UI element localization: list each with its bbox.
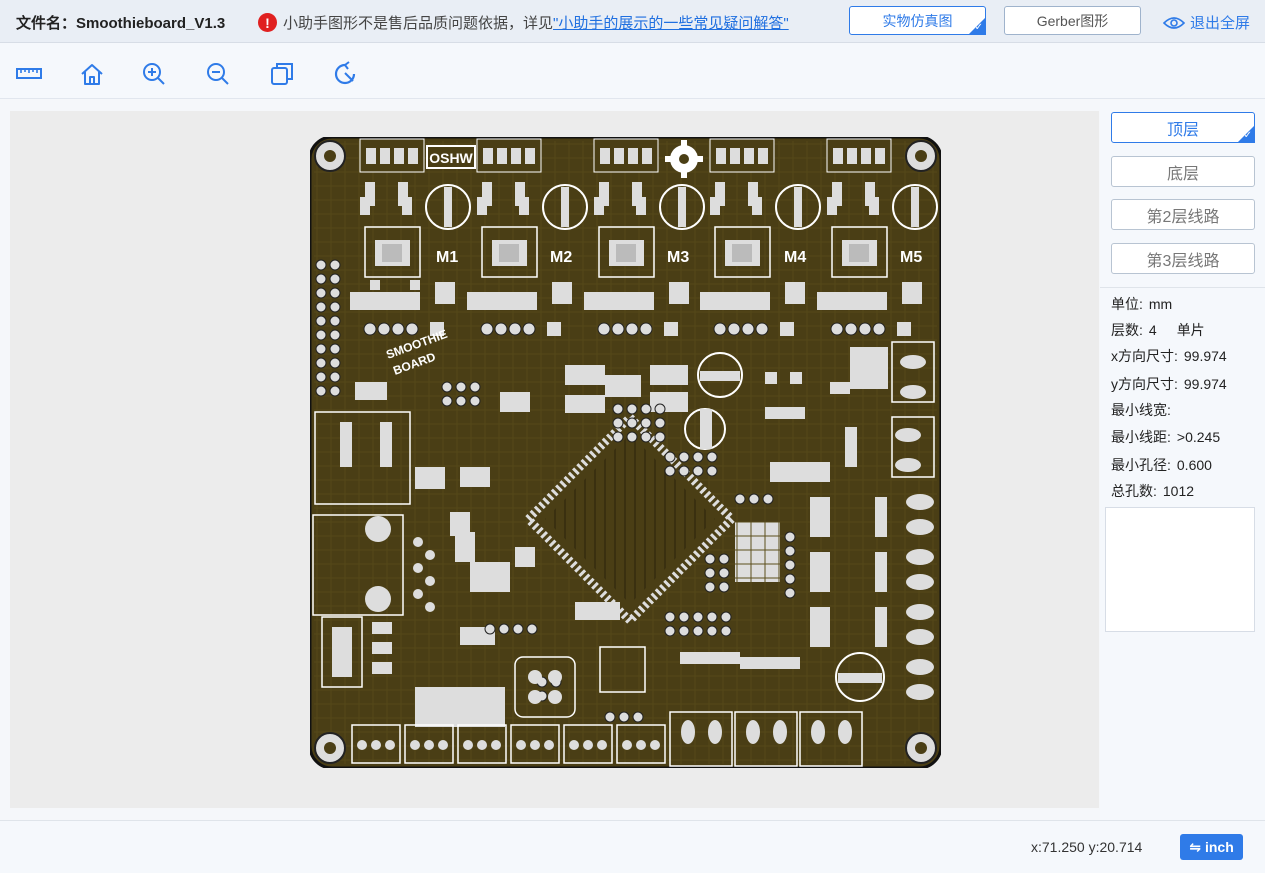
oshw-logo-text: OSHW [429, 150, 473, 166]
ruler-icon[interactable] [16, 61, 42, 87]
check-icon: ✓ [1243, 130, 1252, 141]
exit-fullscreen-label: 退出全屏 [1190, 15, 1251, 32]
filename-label: 文件名： [16, 15, 77, 32]
faq-link[interactable]: "小助手的展示的一些常见疑问解答" [553, 12, 789, 33]
home-icon[interactable] [79, 61, 105, 87]
ysize-value: 99.974 [1183, 376, 1227, 392]
pcb-board-image[interactable]: OSHW M1 M2 M3 M4 M5 SMOOTHIE BOARD [310, 137, 941, 768]
unit-toggle-button[interactable]: ⇋ inch [1180, 834, 1243, 860]
min-width-label: 最小线宽: [1111, 402, 1171, 418]
real-view-button[interactable]: 实物仿真图 ✓ [849, 6, 986, 35]
layer-bottom-label: 底层 [1166, 165, 1199, 183]
motor-label-m4: M4 [784, 249, 806, 266]
filename-value: Smoothieboard_V1.3 [76, 15, 226, 32]
min-hole-label: 最小孔径: [1111, 457, 1171, 473]
motor-label-m3: M3 [667, 249, 689, 266]
layer-2-label: 第2层线路 [1146, 208, 1220, 226]
min-hole-value: 0.600 [1176, 457, 1212, 473]
layer-bottom-button[interactable]: 底层 [1111, 156, 1255, 187]
file-name: 文件名：Smoothieboard_V1.3 [16, 12, 225, 33]
info-min-space: 最小线距: >0.245 [1111, 427, 1220, 447]
info-min-width: 最小线宽: [1111, 400, 1171, 420]
min-space-label: 最小线距: [1111, 429, 1171, 445]
gerber-view-button[interactable]: Gerber图形 [1004, 6, 1141, 35]
holes-value: 1012 [1162, 483, 1195, 499]
layer-top-label: 顶层 [1166, 121, 1199, 139]
notice-bar: ! 小助手图形不是售后品质问题依据，详见 "小助手的展示的一些常见疑问解答" [258, 12, 789, 33]
min-space-value: >0.245 [1176, 429, 1221, 445]
unit-toggle-label: inch [1204, 839, 1234, 855]
copy-icon[interactable] [269, 61, 295, 87]
info-xsize: x方向尺寸: 99.974 [1111, 346, 1227, 366]
swap-icon: ⇋ [1189, 838, 1201, 855]
xsize-value: 99.974 [1183, 348, 1227, 364]
zoom-in-icon[interactable] [141, 61, 167, 87]
real-view-label: 实物仿真图 [882, 12, 953, 29]
notes-box [1105, 507, 1255, 632]
notice-text: 小助手图形不是售后品质问题依据，详见 [283, 15, 554, 32]
layer-3-button[interactable]: 第3层线路 [1111, 243, 1255, 274]
info-layers: 层数: 4 单片 [1111, 320, 1205, 340]
xsize-label: x方向尺寸: [1111, 348, 1178, 364]
layers-value: 4 [1148, 322, 1157, 338]
layer-top-button[interactable]: 顶层 ✓ [1111, 112, 1255, 143]
side-divider [1100, 287, 1265, 288]
zoom-out-icon[interactable] [205, 61, 231, 87]
panel-value: 单片 [1176, 322, 1205, 338]
layer-2-button[interactable]: 第2层线路 [1111, 199, 1255, 230]
info-unit: 单位: mm [1111, 294, 1172, 314]
unit-value: mm [1148, 296, 1173, 312]
holes-label: 总孔数: [1111, 483, 1157, 499]
toolbar [0, 43, 1265, 99]
layers-label: 层数: [1111, 322, 1143, 338]
cursor-coordinates: x:71.250 y:20.714 [1031, 839, 1143, 855]
ysize-label: y方向尺寸: [1111, 376, 1178, 392]
rotate-icon[interactable] [332, 61, 358, 87]
layer-3-label: 第3层线路 [1146, 252, 1220, 270]
exit-fullscreen-button[interactable]: 退出全屏 [1163, 12, 1250, 33]
warning-icon: ! [258, 13, 277, 32]
check-icon: ✓ [974, 22, 983, 33]
motor-label-m5: M5 [900, 249, 922, 266]
eye-icon [1163, 16, 1185, 29]
info-ysize: y方向尺寸: 99.974 [1111, 374, 1227, 394]
info-min-hole: 最小孔径: 0.600 [1111, 455, 1212, 475]
motor-label-m1: M1 [436, 249, 458, 266]
gerber-view-label: Gerber图形 [1036, 12, 1109, 29]
info-holes: 总孔数: 1012 [1111, 481, 1194, 501]
motor-label-m2: M2 [550, 249, 572, 266]
unit-label: 单位: [1111, 296, 1143, 312]
